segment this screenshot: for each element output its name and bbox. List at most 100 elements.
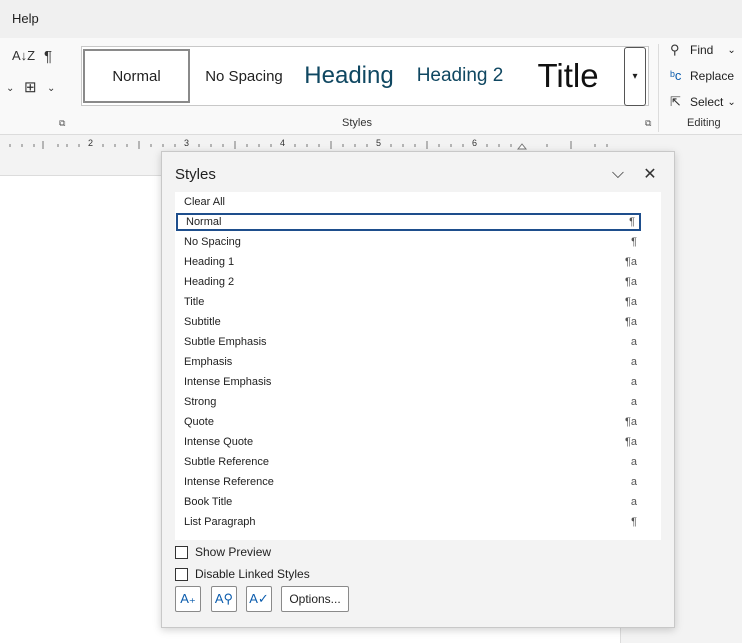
style-type-icon: a	[630, 456, 637, 468]
pane-title: Styles	[175, 166, 216, 183]
sort-icon[interactable]: A↓Z	[12, 48, 35, 63]
disable-linked-option[interactable]: Disable Linked Styles	[175, 567, 310, 581]
style-item-label: Normal	[186, 216, 222, 228]
style-item-label: Intense Quote	[184, 436, 254, 448]
gallery-style-normal[interactable]: Normal	[83, 49, 190, 103]
style-list-item[interactable]: Strong a	[176, 393, 641, 411]
chevron-down-icon: ⌵	[611, 165, 625, 182]
style-item-label: Subtitle	[184, 316, 221, 328]
style-list-item[interactable]: Intense Reference a	[176, 473, 641, 491]
style-item-label: Intense Reference	[184, 476, 274, 488]
manage-styles-button[interactable]: A✓	[246, 586, 272, 612]
style-inspector-icon: A⚲	[214, 591, 234, 606]
style-item-label: Intense Emphasis	[184, 376, 272, 388]
style-inspector-button[interactable]: A⚲	[211, 586, 237, 612]
show-formatting-icon[interactable]: ¶	[44, 48, 52, 65]
gallery-style-title[interactable]: Title	[518, 49, 618, 103]
styles-group-label: Styles	[342, 117, 372, 129]
show-preview-checkbox[interactable]	[175, 545, 188, 559]
chevron-down-icon[interactable]: ⌄	[6, 83, 14, 94]
style-type-icon: a	[630, 376, 637, 388]
style-item-label: Emphasis	[184, 356, 233, 368]
style-type-icon: ¶	[631, 236, 637, 248]
style-type-icon: a	[630, 476, 637, 488]
paragraph-launcher-icon[interactable]: ⧉	[59, 118, 65, 129]
style-list-item[interactable]: Heading 1 ¶a	[176, 253, 641, 271]
styles-list: Clear All Normal ¶ No Spacing ¶ Heading 1 ¶a He…	[175, 192, 661, 540]
style-type-icon: a	[630, 336, 637, 348]
find-label: Find	[690, 43, 714, 57]
gallery-style-heading[interactable]: Heading	[296, 49, 402, 103]
select-label: Select	[690, 95, 724, 109]
style-list-item[interactable]: Subtle Emphasis a	[176, 333, 641, 351]
menu-help[interactable]: Help	[12, 11, 39, 26]
pane-options-button[interactable]: ⌵	[608, 164, 628, 184]
close-icon: ✕	[643, 166, 657, 183]
borders-dropdown-icon[interactable]: ⌄	[47, 83, 55, 94]
style-list-item[interactable]: List Paragraph ¶	[176, 513, 641, 531]
style-item-label: Subtle Reference	[184, 456, 269, 468]
ruler-number: 6	[472, 138, 478, 148]
style-item-label: Title	[184, 296, 205, 308]
replace-icon: ᵇc	[670, 68, 682, 83]
styles-gallery: Normal No Spacing Heading Heading 2 Titl…	[81, 46, 649, 106]
style-item-label: No Spacing	[184, 236, 241, 248]
new-style-button[interactable]: A₊	[175, 586, 201, 612]
options-button[interactable]: Options...	[281, 586, 349, 612]
find-button[interactable]: ⚲ Find ⌄	[670, 42, 736, 58]
styles-launcher-icon[interactable]: ⧉	[645, 118, 651, 129]
style-type-icon: ¶	[629, 216, 635, 228]
style-list-item[interactable]: Emphasis a	[176, 353, 641, 371]
manage-styles-icon: A✓	[249, 591, 269, 606]
new-style-icon: A₊	[180, 591, 196, 606]
menu-bar: Help	[0, 0, 742, 38]
style-list-item[interactable]: Subtle Reference a	[176, 453, 641, 471]
style-list-item[interactable]: Normal ¶	[176, 213, 641, 231]
cursor-icon: ⇱	[670, 94, 681, 109]
style-item-label: List Paragraph	[184, 516, 256, 528]
disable-linked-checkbox[interactable]	[175, 567, 188, 581]
search-icon: ⚲	[670, 42, 680, 57]
style-type-icon: ¶a	[624, 416, 637, 428]
style-list-item[interactable]: Book Title a	[176, 493, 641, 511]
gallery-style-no-spacing[interactable]: No Spacing	[194, 49, 294, 103]
editing-group-label: Editing	[687, 117, 721, 129]
style-list-item[interactable]: Title ¶a	[176, 293, 641, 311]
select-dropdown-icon: ⌄	[727, 96, 736, 108]
style-item-label: Strong	[184, 396, 217, 408]
gallery-more-button[interactable]: ▾	[624, 47, 646, 106]
style-list-item[interactable]: Subtitle ¶a	[176, 313, 641, 331]
show-preview-option[interactable]: Show Preview	[175, 545, 271, 559]
disable-linked-label: Disable Linked Styles	[195, 567, 310, 581]
style-list-item[interactable]: Heading 2 ¶a	[176, 273, 641, 291]
gallery-style-heading-2[interactable]: Heading 2	[406, 49, 514, 103]
style-item-label: Subtle Emphasis	[184, 336, 267, 348]
style-list-item[interactable]: Clear All	[176, 193, 641, 211]
find-dropdown-icon[interactable]: ⌄	[727, 45, 735, 56]
style-item-label: Clear All	[184, 196, 225, 208]
style-list-item[interactable]: Intense Quote ¶a	[176, 433, 641, 451]
style-item-label: Book Title	[184, 496, 233, 508]
style-type-icon: a	[630, 356, 637, 368]
style-type-icon: ¶	[631, 516, 637, 528]
style-type-icon: ¶a	[624, 436, 637, 448]
ruler-number: 3	[184, 138, 190, 148]
style-type-icon: ¶a	[624, 276, 637, 288]
style-item-label: Heading 2	[184, 276, 235, 288]
ruler-number: 5	[376, 138, 382, 148]
style-item-label: Quote	[184, 416, 214, 428]
style-list-item[interactable]: Quote ¶a	[176, 413, 641, 431]
ruler-number: 2	[88, 138, 94, 148]
pane-close-button[interactable]: ✕	[640, 164, 660, 184]
replace-button[interactable]: ᵇc Replace	[670, 68, 734, 83]
styles-pane: Styles ⌵ ✕ Clear All Normal ¶ No Spacing ¶ He…	[161, 151, 675, 628]
select-button[interactable]: ⇱ Select ⌄	[670, 94, 736, 110]
style-list-item[interactable]: Intense Emphasis a	[176, 373, 641, 391]
style-type-icon: ¶a	[624, 296, 637, 308]
style-type-icon: a	[630, 396, 637, 408]
ruler-number: 4	[280, 138, 286, 148]
style-type-icon: ¶a	[624, 256, 637, 268]
more-icon: ▾	[632, 71, 638, 82]
borders-icon[interactable]: ⊞	[24, 78, 37, 96]
style-list-item[interactable]: No Spacing ¶	[176, 233, 641, 251]
